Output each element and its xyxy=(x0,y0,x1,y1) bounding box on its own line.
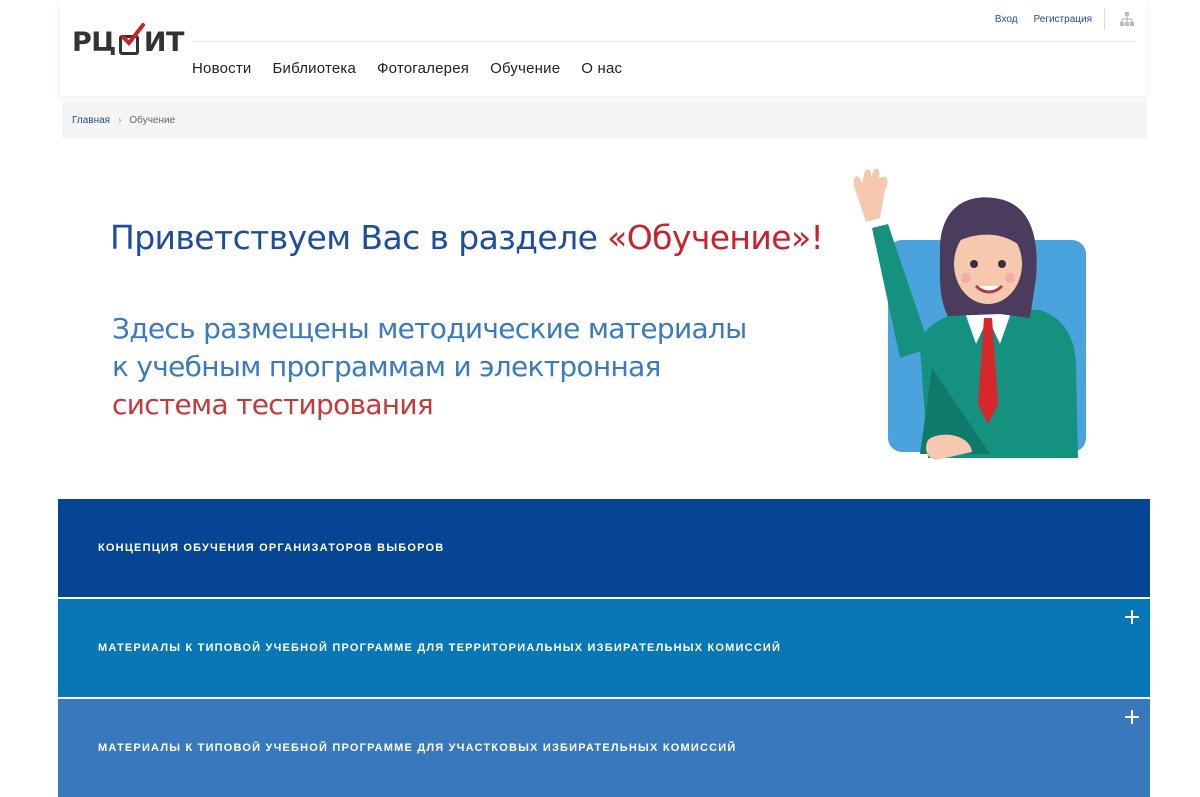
main-nav: Новости Библиотека Фотогалерея Обучение … xyxy=(192,60,643,77)
accordion-label: МАТЕРИАЛЫ К ТИПОВОЙ УЧЕБНОЙ ПРОГРАММЕ ДЛ… xyxy=(98,642,782,654)
teacher-illustration xyxy=(853,168,1086,460)
nav-item-library[interactable]: Библиотека xyxy=(272,60,356,77)
logo-checkbox-icon xyxy=(117,23,145,55)
divider xyxy=(1104,8,1105,30)
nav-item-about[interactable]: О нас xyxy=(581,60,622,77)
nav-item-news[interactable]: Новости xyxy=(192,60,251,77)
breadcrumb-home[interactable]: Главная xyxy=(72,115,110,126)
accordion-item-precinct[interactable]: МАТЕРИАЛЫ К ТИПОВОЙ УЧЕБНОЙ ПРОГРАММЕ ДЛ… xyxy=(58,699,1150,797)
banner-title-accent: «Обучение»! xyxy=(607,218,824,257)
sitemap-icon[interactable] xyxy=(1119,11,1135,27)
logo-text-right: ИТ xyxy=(143,26,185,58)
register-link[interactable]: Регистрация xyxy=(1034,14,1092,25)
banner-line-1: Здесь размещены методические материалы xyxy=(112,312,747,345)
site-header: РЦ ИТ Вход Регистрация Новости Библиотек… xyxy=(60,0,1147,96)
banner-line-3: система тестирования xyxy=(112,388,434,421)
welcome-banner: Приветствуем Вас в разделе «Обучение»! З… xyxy=(60,150,1150,480)
accordion-label: КОНЦЕПЦИЯ ОБУЧЕНИЯ ОРГАНИЗАТОРОВ ВЫБОРОВ xyxy=(98,542,445,554)
nav-item-education[interactable]: Обучение xyxy=(490,60,560,77)
site-logo[interactable]: РЦ ИТ xyxy=(72,22,184,62)
banner-description: Здесь размещены методические материалы к… xyxy=(112,310,747,424)
user-links: Вход Регистрация xyxy=(979,8,1135,30)
breadcrumb-current: Обучение xyxy=(129,114,176,126)
plus-icon[interactable] xyxy=(1124,609,1140,625)
banner-title: Приветствуем Вас в разделе «Обучение»! xyxy=(110,218,824,257)
accordion-item-territorial[interactable]: МАТЕРИАЛЫ К ТИПОВОЙ УЧЕБНОЙ ПРОГРАММЕ ДЛ… xyxy=(58,599,1150,697)
banner-line-2: к учебным программам и электронная xyxy=(112,350,661,383)
banner-title-main: Приветствуем Вас в разделе xyxy=(110,218,608,257)
chevron-right-icon: › xyxy=(118,114,122,126)
logo-text-left: РЦ xyxy=(72,26,116,58)
nav-item-gallery[interactable]: Фотогалерея xyxy=(377,60,469,77)
header-divider xyxy=(192,41,1135,42)
breadcrumb: Главная › Обучение xyxy=(62,101,1147,139)
plus-icon[interactable] xyxy=(1124,709,1140,725)
accordion-label: МАТЕРИАЛЫ К ТИПОВОЙ УЧЕБНОЙ ПРОГРАММЕ ДЛ… xyxy=(98,742,737,754)
login-link[interactable]: Вход xyxy=(995,14,1018,25)
accordion-item-concept[interactable]: КОНЦЕПЦИЯ ОБУЧЕНИЯ ОРГАНИЗАТОРОВ ВЫБОРОВ xyxy=(58,499,1150,597)
